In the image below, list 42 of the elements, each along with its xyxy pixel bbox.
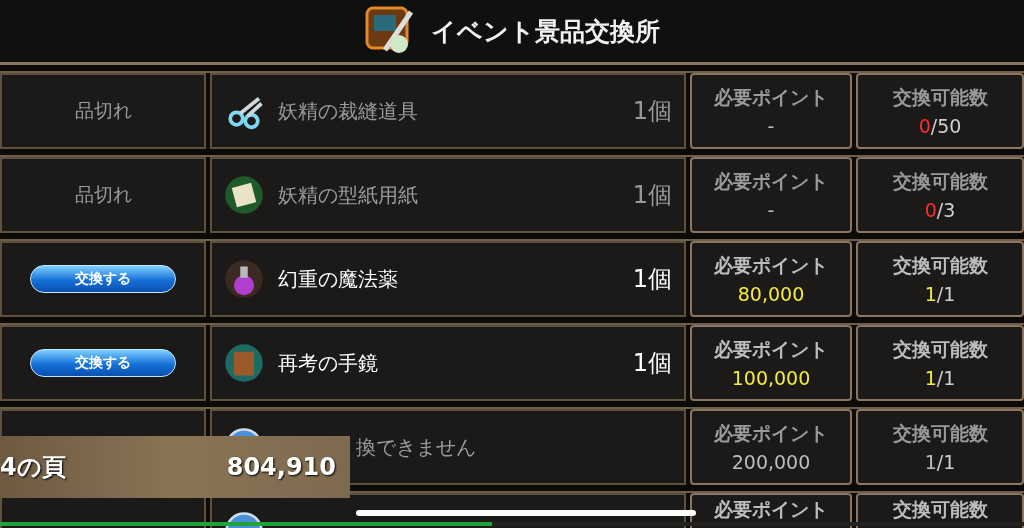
item-name: 再考の手鏡	[278, 349, 378, 377]
count-label: 交換可能数	[892, 497, 988, 522]
points-value: 100,000	[731, 367, 811, 389]
item-name: 換できません	[356, 433, 476, 461]
count-value: 0/3	[924, 199, 956, 221]
points-label: 必要ポイント	[714, 421, 828, 446]
points-value: -	[767, 115, 775, 137]
points-value: 80,000	[737, 283, 805, 305]
shop-emblem-icon	[364, 6, 415, 56]
count-value: 1/1	[924, 283, 956, 305]
sold-out-label: 品切れ	[74, 98, 132, 123]
item-icon	[224, 343, 264, 383]
sold-out-label: 品切れ	[74, 182, 132, 207]
item-icon	[224, 259, 264, 299]
exchange-button[interactable]: 交換する	[30, 265, 176, 293]
item-quantity: 1個	[632, 96, 672, 127]
page-title: イベント景品交換所	[430, 15, 660, 48]
exchange-button[interactable]: 交換する	[30, 349, 176, 377]
count-value: 1/1	[924, 367, 956, 389]
points-value: 200,000	[731, 451, 811, 473]
count-value: 1/1	[924, 451, 956, 473]
item-name: 妖精の裁縫道具	[278, 97, 418, 125]
balance-value: 804,910	[226, 453, 336, 481]
item-name: 幻重の魔法薬	[278, 265, 398, 293]
points-label: 必要ポイント	[714, 169, 828, 194]
item-quantity: 1個	[632, 264, 672, 295]
item-quantity: 1個	[632, 180, 672, 211]
points-value: -	[767, 199, 775, 221]
points-label: 必要ポイント	[714, 253, 828, 278]
count-label: 交換可能数	[892, 253, 988, 278]
count-label: 交換可能数	[892, 337, 988, 362]
count-label: 交換可能数	[892, 85, 988, 110]
count-label: 交換可能数	[892, 421, 988, 446]
item-quantity: 1個	[632, 348, 672, 379]
points-label: 必要ポイント	[714, 337, 828, 362]
balance-label: 4の頁	[0, 452, 66, 483]
points-label: 必要ポイント	[714, 497, 828, 522]
item-icon	[224, 175, 264, 215]
count-label: 交換可能数	[892, 169, 988, 194]
points-label: 必要ポイント	[714, 85, 828, 110]
item-name: 妖精の型紙用紙	[278, 181, 418, 209]
count-value: 0/50	[918, 115, 962, 137]
